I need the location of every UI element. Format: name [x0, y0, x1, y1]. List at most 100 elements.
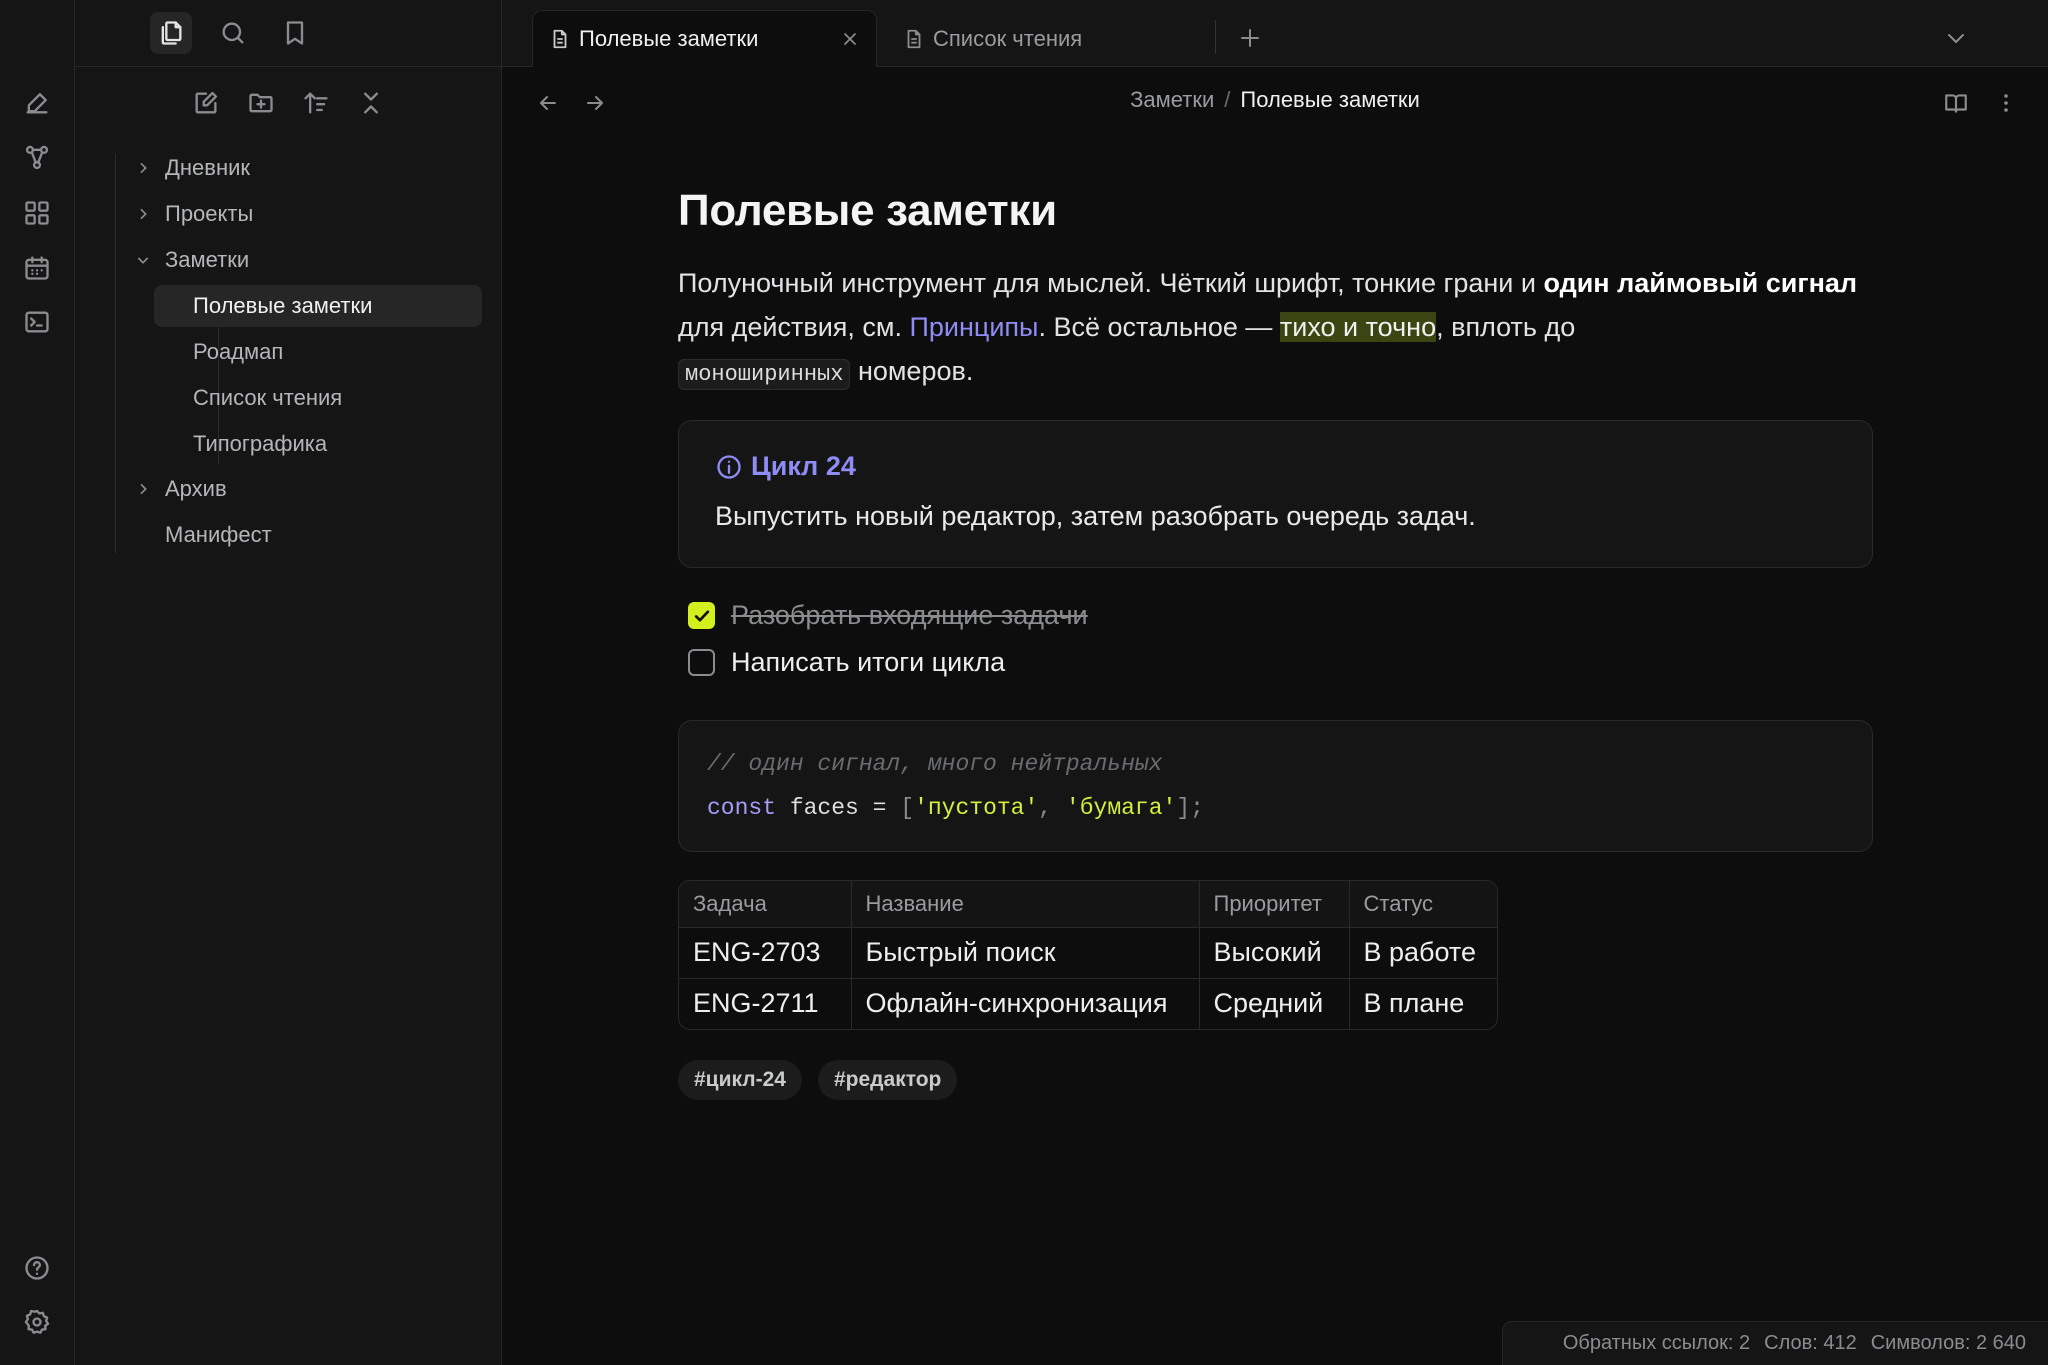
- task-checkbox-unchecked[interactable]: [688, 649, 715, 676]
- sidebar-tab-header: [75, 0, 502, 67]
- code-string: 'бумага': [1065, 795, 1177, 821]
- para-text: , вплоть до: [1436, 312, 1576, 342]
- para-text: для действия, см.: [678, 312, 910, 342]
- task-checkbox-checked[interactable]: [688, 602, 715, 629]
- tree-folder-archive[interactable]: Архив: [75, 469, 502, 509]
- canvas-icon[interactable]: [19, 195, 55, 231]
- tree-folder-label: Архив: [165, 476, 227, 501]
- tree-file-roadmap[interactable]: Роадмап: [154, 331, 482, 373]
- status-backlinks[interactable]: Обратных ссылок: 2: [1563, 1332, 1750, 1355]
- table-row: ENG-2703 Быстрый поиск Высокий В работе: [679, 927, 1497, 979]
- tab-bar: Полевые заметки Список чтения: [502, 0, 2048, 67]
- code-string: 'пустота': [914, 795, 1039, 821]
- sort-button[interactable]: [297, 84, 335, 122]
- status-char-count: Символов: 2 640: [1870, 1332, 2026, 1354]
- tag-cycle-24[interactable]: #цикл-24: [678, 1060, 802, 1100]
- chevron-down-icon: [137, 257, 149, 264]
- note-paragraph[interactable]: Полуночный инструмент для мыслей. Чёткий…: [678, 261, 1873, 397]
- code-punct: ];: [1176, 795, 1204, 821]
- breadcrumb-separator: /: [1224, 87, 1231, 112]
- files-icon[interactable]: [150, 12, 192, 54]
- breadcrumb: Заметки / Полевые заметки: [502, 87, 2048, 113]
- view-header: Заметки / Полевые заметки: [502, 67, 2048, 131]
- table-cell[interactable]: Средний: [1199, 978, 1350, 1029]
- para-text: . Всё остальное —: [1038, 312, 1280, 342]
- tree-folder-label: Дневник: [165, 155, 251, 180]
- breadcrumb-parent[interactable]: Заметки: [1130, 87, 1214, 112]
- collapse-all-icon: [364, 92, 378, 114]
- tab-label: Полевые заметки: [579, 26, 759, 51]
- graph-view-icon[interactable]: [19, 140, 55, 176]
- para-text: Полуночный инструмент для мыслей. Чёткий…: [678, 268, 1544, 298]
- table-header-cell: Приоритет: [1199, 881, 1350, 928]
- table-cell[interactable]: ENG-2703: [679, 927, 852, 979]
- new-tab-button[interactable]: [1232, 20, 1268, 56]
- collapse-all-button[interactable]: [352, 84, 390, 122]
- command-palette-icon[interactable]: [19, 304, 55, 340]
- daily-notes-icon[interactable]: [19, 250, 55, 286]
- tree-file-field-notes[interactable]: Полевые заметки: [154, 285, 482, 327]
- tree-folder-diary[interactable]: Дневник: [75, 148, 502, 188]
- close-icon[interactable]: [840, 29, 860, 49]
- new-folder-button[interactable]: [242, 84, 280, 122]
- check-icon: [694, 610, 709, 621]
- code-line: const faces = ['пустота', 'бумага'];: [707, 795, 1204, 821]
- status-bar: Обратных ссылок: 2 Слов: 412 Символов: 2…: [1502, 1321, 2048, 1365]
- tab-list-button[interactable]: [1938, 20, 1974, 56]
- table-cell[interactable]: В плане: [1349, 978, 1497, 1029]
- para-highlight: тихо и точно: [1279, 312, 1437, 342]
- callout-title: Цикл 24: [715, 451, 856, 482]
- tree-file-label: Полевые заметки: [193, 293, 373, 318]
- new-folder-icon: [249, 93, 273, 113]
- tab-label: Список чтения: [933, 25, 1083, 51]
- note-title[interactable]: Полевые заметки: [678, 186, 1057, 236]
- tree-file-label: Роадмап: [193, 339, 284, 364]
- document-icon: [907, 29, 921, 48]
- book-open-icon: [1945, 94, 1967, 113]
- table-cell[interactable]: Быстрый поиск: [851, 927, 1200, 979]
- table-cell[interactable]: Офлайн-синхронизация: [851, 978, 1200, 1029]
- table-cell[interactable]: В работе: [1349, 927, 1497, 979]
- table-cell[interactable]: ENG-2711: [679, 978, 852, 1029]
- tree-folder-projects[interactable]: Проекты: [75, 194, 502, 234]
- tab-field-notes[interactable]: Полевые заметки: [532, 10, 877, 67]
- table-header-cell: Статус: [1349, 881, 1497, 928]
- code-comment: // один сигнал, много нейтральных: [707, 751, 1163, 777]
- task-text: Разобрать входящие задачи: [731, 600, 1088, 630]
- code-punct: [: [900, 795, 915, 821]
- callout-body: Выпустить новый редактор, затем разобрат…: [715, 501, 1476, 531]
- settings-icon[interactable]: [19, 1304, 55, 1340]
- tree-file-label: Типографика: [193, 431, 328, 456]
- internal-link[interactable]: Принципы: [909, 312, 1038, 342]
- code-keyword: const: [707, 795, 777, 821]
- ribbon: [0, 0, 75, 1365]
- tree-file-label: Список чтения: [193, 385, 343, 410]
- callout-info: Цикл 24 Выпустить новый редактор, затем …: [678, 420, 1873, 568]
- bookmarks-icon[interactable]: [274, 12, 316, 54]
- callout-title-text: Цикл 24: [751, 451, 856, 481]
- tree-file-typography[interactable]: Типографика: [154, 423, 482, 465]
- new-note-icon[interactable]: [19, 85, 55, 121]
- task-table: Задача Название Приоритет Статус ENG-270…: [678, 880, 1498, 1030]
- help-icon[interactable]: [19, 1250, 55, 1286]
- tree-folder-label: Заметки: [165, 247, 250, 272]
- chevron-right-icon: [140, 208, 147, 220]
- task-text: Написать итоги цикла: [731, 647, 1006, 677]
- new-note-button[interactable]: [187, 84, 225, 122]
- tree-file-reading-list[interactable]: Список чтения: [154, 377, 482, 419]
- code-block: // один сигнал, много нейтральных const …: [678, 720, 1873, 852]
- search-icon[interactable]: [212, 12, 254, 54]
- breadcrumb-current[interactable]: Полевые заметки: [1240, 87, 1419, 112]
- tree-folder-notes[interactable]: Заметки: [75, 240, 502, 280]
- tag-editor[interactable]: #редактор: [818, 1060, 958, 1100]
- code-punct: ,: [1038, 795, 1066, 821]
- tab-divider: [1215, 20, 1216, 54]
- chevron-right-icon: [140, 483, 147, 495]
- status-word-count: Слов: 412: [1764, 1332, 1857, 1354]
- reading-mode-button[interactable]: [1938, 85, 1974, 121]
- tree-file-manifesto[interactable]: Манифест: [75, 515, 502, 555]
- more-options-button[interactable]: [1988, 85, 2024, 121]
- tab-reading-list[interactable]: Список чтения: [887, 10, 1217, 67]
- table-header-row: Задача Название Приоритет Статус: [679, 881, 1497, 928]
- table-cell[interactable]: Высокий: [1199, 927, 1350, 979]
